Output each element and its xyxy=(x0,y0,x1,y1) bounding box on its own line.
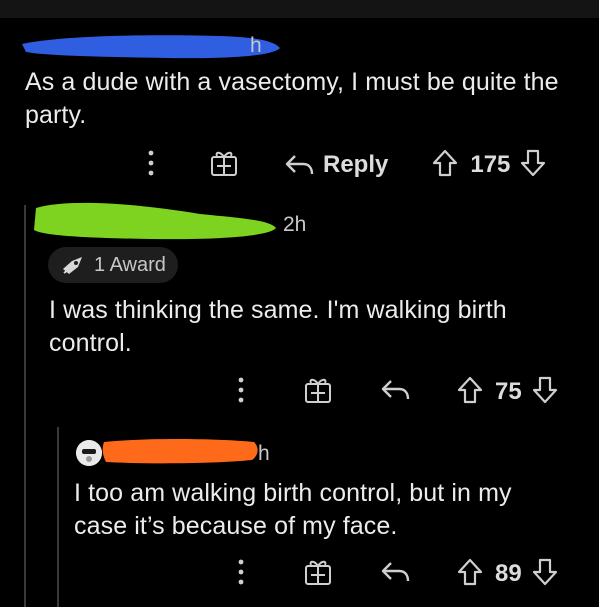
score-1: 175 xyxy=(470,151,511,178)
comment-1-actions: Reply 175 xyxy=(141,147,546,183)
gift-icon[interactable] xyxy=(209,149,239,182)
thread-line-1 xyxy=(24,205,26,607)
comment-3-line-1: I too am walking birth control, but in m… xyxy=(74,479,512,507)
reply-button[interactable]: Reply xyxy=(283,151,388,179)
gift-icon[interactable] xyxy=(303,376,333,409)
comment-1-line-2: party. xyxy=(25,101,87,129)
comment-2-line-2: control. xyxy=(49,329,132,357)
downvote-icon[interactable] xyxy=(532,557,558,592)
reply-arrow-icon xyxy=(381,379,410,399)
downvote-icon[interactable] xyxy=(532,375,558,410)
more-icon[interactable] xyxy=(231,374,251,411)
reply-arrow-icon xyxy=(285,155,314,175)
more-icon[interactable] xyxy=(231,556,251,593)
username-redaction-1 xyxy=(22,35,280,59)
reply-button[interactable] xyxy=(379,559,411,590)
comment-1-line-1: As a dude with a vasectomy, I must be qu… xyxy=(25,68,559,96)
comment-1-body: As a dude with a vasectomy, I must be qu… xyxy=(25,66,595,132)
reply-arrow-icon xyxy=(381,561,410,581)
downvote-icon[interactable] xyxy=(520,148,546,183)
top-band xyxy=(0,0,599,18)
upvote-icon[interactable] xyxy=(432,148,458,183)
comment-2-actions: 75 xyxy=(231,374,558,410)
reply-button[interactable] xyxy=(379,377,411,408)
award-icon xyxy=(63,257,82,274)
comment-2-time: 2h xyxy=(283,213,307,236)
avatar[interactable] xyxy=(76,440,102,466)
comment-3-time: h xyxy=(258,442,270,465)
comment-2-line-1: I was thinking the same. I'm walking bir… xyxy=(49,296,507,324)
username-redaction-3 xyxy=(102,439,258,464)
award-label: 1 Award xyxy=(94,253,166,276)
comment-2-body: I was thinking the same. I'm walking bir… xyxy=(49,294,594,360)
score-2: 75 xyxy=(495,378,522,405)
gift-icon[interactable] xyxy=(303,558,333,591)
comment-3-body: I too am walking birth control, but in m… xyxy=(74,477,594,543)
upvote-icon[interactable] xyxy=(457,375,483,410)
comment-3-line-2: case it’s because of my face. xyxy=(74,512,398,540)
comment-1-time: h xyxy=(250,34,262,57)
score-3: 89 xyxy=(495,560,522,587)
comment-3-actions: 89 xyxy=(231,556,558,592)
award-badge[interactable]: 1 Award xyxy=(48,247,178,283)
reply-label: Reply xyxy=(323,151,389,178)
upvote-icon[interactable] xyxy=(457,557,483,592)
thread-line-2 xyxy=(57,427,59,607)
username-redaction-2 xyxy=(34,202,276,240)
more-icon[interactable] xyxy=(141,147,161,184)
